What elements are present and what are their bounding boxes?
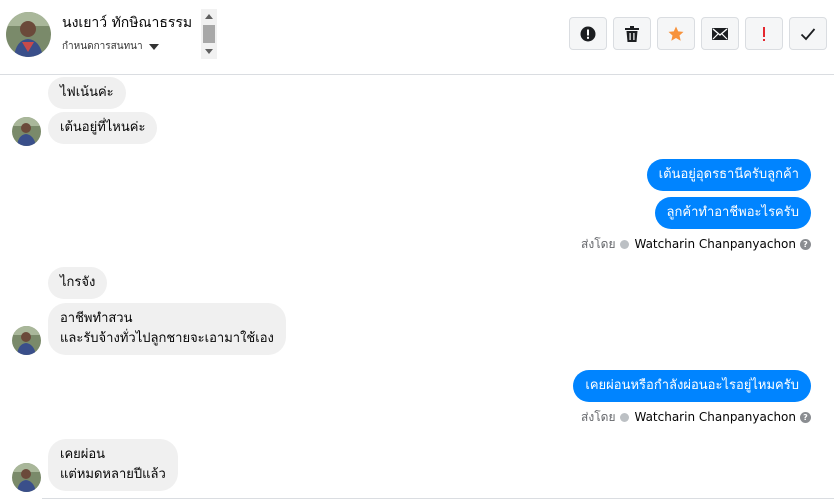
incoming-message[interactable]: ไฟเน้นค่ะ [48, 77, 126, 109]
outgoing-message[interactable]: เต้นอยู่อุดรธานีครับลูกค้า [646, 159, 811, 191]
message-text: เต้นอยู่ที่ไหนค่ะ [60, 120, 146, 135]
message-text: เคยผ่อนหรือกำลังผ่อนอะไรอยู่ไหมครับ [585, 378, 799, 393]
caret-down-icon [148, 44, 159, 50]
contact-avatar-small[interactable] [12, 117, 41, 146]
message-text-line: และรับจ้างทั่วไปลูกชายจะเอามาใช้เอง [60, 331, 274, 346]
message-text-line: แต่หมดหลายปีแล้ว [60, 467, 166, 482]
sender-name[interactable]: Watcharin Chanpanyachon [634, 409, 796, 425]
outgoing-message[interactable]: เคยผ่อนหรือกำลังผ่อนอะไรอยู่ไหมครับ [573, 370, 811, 402]
contact-avatar-small[interactable] [12, 326, 41, 355]
spam-button[interactable] [569, 17, 607, 50]
done-button[interactable] [789, 17, 827, 50]
sender-name[interactable]: Watcharin Chanpanyachon [634, 236, 796, 252]
message-text: ไฟเน้นค่ะ [60, 85, 114, 100]
scroll-thumb[interactable] [203, 25, 215, 43]
contact-avatar-small[interactable] [12, 463, 41, 492]
scroll-down-arrow-icon[interactable] [205, 49, 213, 54]
header-scrollbar[interactable] [201, 9, 217, 59]
message-text: ลูกค้าทำอาชีพอะไรครับ [666, 205, 799, 220]
trash-icon [625, 25, 639, 42]
contact-info: นงเยาว์ ทักษิณาธรรม กำหนดการสนทนา [62, 11, 217, 59]
exclamation-icon [763, 26, 765, 41]
star-button[interactable] [657, 17, 695, 50]
mark-unread-button[interactable] [701, 17, 739, 50]
incoming-message[interactable]: เต้นอยู่ที่ไหนค่ะ [48, 112, 158, 144]
sent-check-icon [620, 412, 630, 422]
help-icon[interactable]: ? [800, 238, 811, 250]
message-thread[interactable]: ไฟเน้นค่ะ เต้นอยู่ที่ไหนค่ะ เต้นอยู่อุดร… [0, 75, 834, 500]
composer-divider [42, 498, 834, 499]
important-button[interactable] [745, 17, 783, 50]
outgoing-message[interactable]: ลูกค้าทำอาชีพอะไรครับ [654, 197, 811, 229]
incoming-message[interactable]: เคยผ่อน แต่หมดหลายปีแล้ว [48, 439, 178, 491]
message-text-line: เคยผ่อน [60, 447, 106, 462]
delete-button[interactable] [613, 17, 651, 50]
sent-by-prefix: ส่งโดย [581, 237, 616, 251]
help-icon[interactable]: ? [800, 411, 811, 423]
sent-by-label: ส่งโดย Watcharin Chanpanyachon ? [581, 409, 811, 425]
contact-avatar[interactable] [6, 12, 51, 57]
scroll-up-arrow-icon[interactable] [205, 14, 213, 19]
sent-by-prefix: ส่งโดย [581, 410, 616, 424]
alert-circle-icon [580, 26, 596, 41]
conversation-menu[interactable]: กำหนดการสนทนา [62, 40, 217, 54]
message-text: เต้นอยู่อุดรธานีครับลูกค้า [658, 167, 799, 182]
conversation-header: นงเยาว์ ทักษิณาธรรม กำหนดการสนทนา [0, 0, 834, 75]
incoming-message[interactable]: อาชีพทำสวน และรับจ้างทั่วไปลูกชายจะเอามา… [48, 303, 286, 355]
message-text-line: อาชีพทำสวน [60, 311, 133, 326]
message-text: ไกรจัง [60, 275, 96, 290]
envelope-icon [712, 27, 728, 40]
star-icon [668, 26, 684, 41]
incoming-message[interactable]: ไกรจัง [48, 267, 108, 299]
conversation-toolbar [569, 17, 827, 50]
sent-by-label: ส่งโดย Watcharin Chanpanyachon ? [581, 236, 811, 252]
contact-name[interactable]: นงเยาว์ ทักษิณาธรรม [62, 13, 217, 33]
sent-check-icon [620, 239, 630, 249]
checkmark-icon [800, 27, 816, 40]
conversation-menu-label: กำหนดการสนทนา [62, 41, 143, 52]
